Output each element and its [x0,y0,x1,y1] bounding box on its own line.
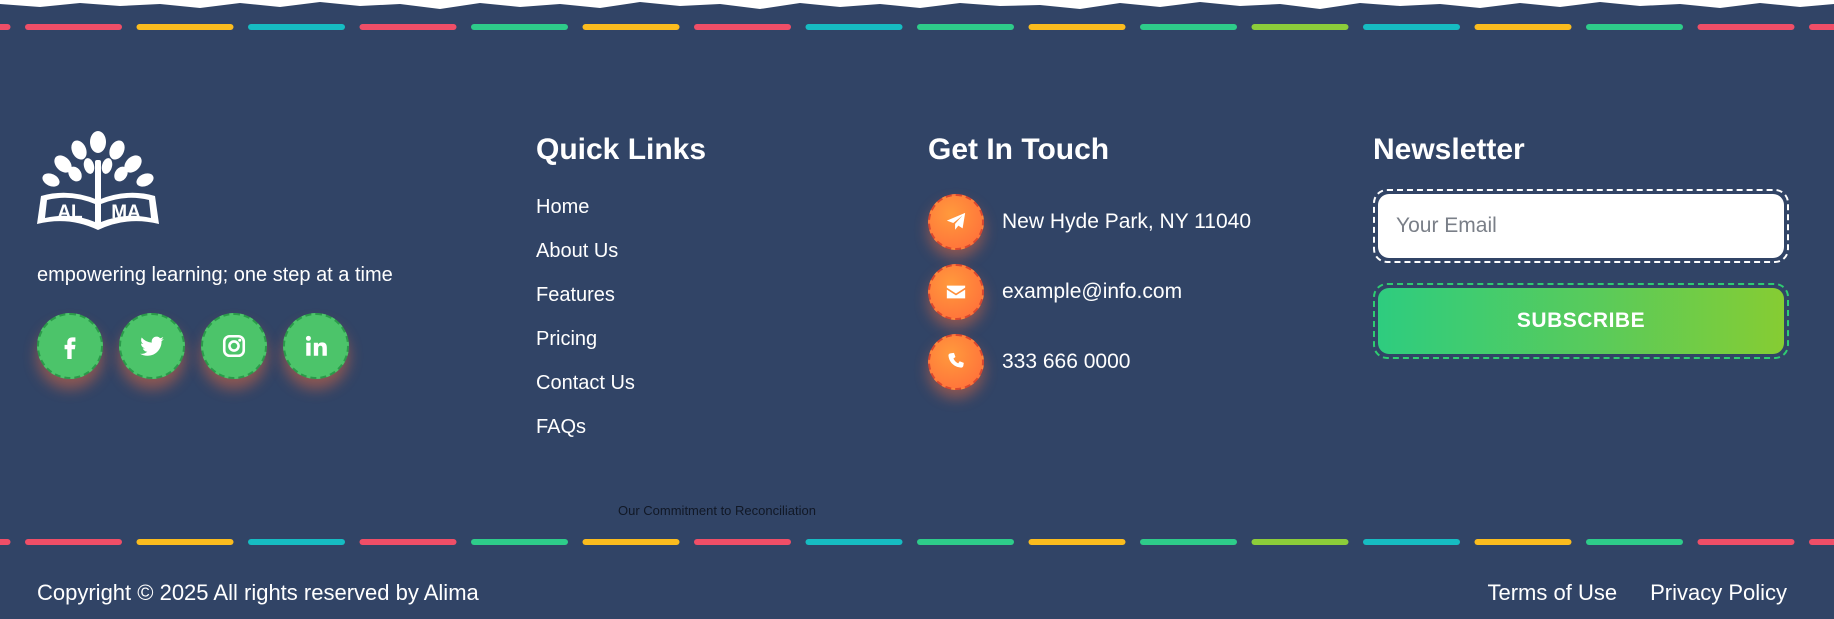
dash-segment [1586,539,1683,545]
contact-email-row: example@info.com [928,257,1251,327]
paper-plane-icon [946,212,966,230]
address-icon-badge [928,194,984,250]
dash-segment [805,24,903,30]
footer-brand: AL MA empowering learning; one step at a… [37,130,457,379]
newsletter-title: Newsletter [1373,133,1525,166]
dash-segment [136,539,234,545]
dash-segment [471,539,568,545]
dash-segment [359,539,457,545]
dash-segment [917,24,1014,30]
subscribe-button[interactable]: SUBSCRIBE [1378,288,1784,354]
alima-logo: AL MA [37,131,159,230]
quick-link-item: About Us [536,229,706,273]
quick-link-features[interactable]: Features [536,284,615,306]
dash-segment [1697,539,1795,545]
dash-segment [1028,539,1126,545]
dash-segment [1140,539,1237,545]
subscribe-button-frame: SUBSCRIBE [1373,283,1789,359]
svg-text:AL: AL [57,202,83,223]
dash-segment [0,539,11,545]
twitter-icon [140,336,164,356]
newsletter-section: Newsletter SUBSCRIBE [1373,133,1789,359]
dash-segment [805,539,903,545]
email-field-frame [1373,189,1789,263]
dash-segment [1363,24,1460,30]
quick-link-item: Features [536,273,706,317]
quick-link-about-us[interactable]: About Us [536,240,618,262]
get-in-touch-section: Get In Touch New Hyde Park, NY 11040 exa… [928,133,1251,397]
linkedin-icon [305,335,327,356]
email-icon-badge [928,264,984,320]
quick-link-pricing[interactable]: Pricing [536,328,597,350]
social-links [37,313,457,379]
copyright-text: Copyright © 2025 All rights reserved by … [37,580,479,605]
quick-link-item: Contact Us [536,361,706,405]
contact-address-row: New Hyde Park, NY 11040 [928,187,1251,257]
dash-segment [248,24,345,30]
dash-segment [1697,24,1795,30]
dash-segment [582,24,680,30]
dash-segment [471,24,568,30]
dash-segment [1251,539,1349,545]
instagram-icon [222,334,246,358]
quick-links-section: Quick Links Home About Us Features Prici… [536,133,706,449]
quick-link-contact-us[interactable]: Contact Us [536,372,635,394]
privacy-policy-link[interactable]: Privacy Policy [1650,580,1787,606]
contact-list: New Hyde Park, NY 11040 example@info.com… [928,187,1251,397]
contact-phone[interactable]: 333 666 0000 [1002,350,1130,374]
dash-segment [248,539,345,545]
dash-segment [1474,24,1572,30]
dash-segment [1028,24,1126,30]
quick-link-item: Home [536,185,706,229]
facebook-link[interactable] [37,313,103,379]
dash-segment [1251,24,1349,30]
quick-links-title: Quick Links [536,133,707,166]
linkedin-link[interactable] [283,313,349,379]
decorative-dash-line-bottom [0,539,1834,545]
phone-icon-badge [928,334,984,390]
quick-links-list: Home About Us Features Pricing Contact U… [536,185,706,449]
contact-address: New Hyde Park, NY 11040 [1002,210,1252,233]
quick-link-faqs[interactable]: FAQs [536,416,586,438]
get-in-touch-title: Get In Touch [928,133,1110,166]
dash-segment [1474,539,1572,545]
facebook-icon [64,337,76,359]
brand-tagline: empowering learning; one step at a time [37,264,393,286]
dash-segment [25,539,122,545]
dash-segment [25,24,122,30]
dash-segment [694,539,791,545]
quick-link-home[interactable]: Home [536,196,589,218]
dash-segment [1809,539,1834,545]
dash-segment [1809,24,1834,30]
twitter-link[interactable] [119,313,185,379]
legal-links: Terms of Use Privacy Policy [1487,580,1787,606]
dash-segment [0,24,11,30]
dash-segment [1363,539,1460,545]
terms-of-use-link[interactable]: Terms of Use [1487,580,1617,606]
torn-paper-edge [0,0,1834,9]
dash-segment [1586,24,1683,30]
instagram-link[interactable] [201,313,267,379]
dash-segment [582,539,680,545]
decorative-dash-line-top [0,24,1834,30]
phone-icon [948,352,964,368]
dash-segment [694,24,791,30]
dash-segment [136,24,234,30]
dash-segment [359,24,457,30]
contact-phone-row: 333 666 0000 [928,327,1251,397]
newsletter-email-input[interactable] [1378,194,1784,258]
quick-link-item: FAQs [536,405,706,449]
envelope-icon [946,285,966,299]
contact-email[interactable]: example@info.com [1002,280,1182,304]
dash-segment [1140,24,1237,30]
quick-link-item: Pricing [536,317,706,361]
svg-text:MA: MA [111,202,141,223]
reconciliation-link[interactable]: Our Commitment to Reconciliation [618,503,816,518]
dash-segment [917,539,1014,545]
